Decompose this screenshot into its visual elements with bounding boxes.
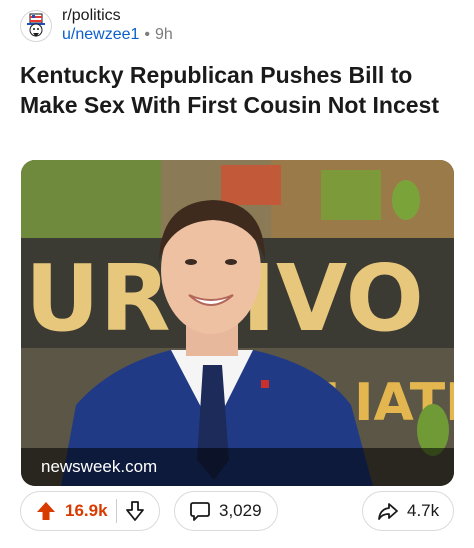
- post-author[interactable]: u/newzee1: [62, 25, 139, 45]
- post-header: r/politics u/newzee1 • 9h: [20, 6, 173, 46]
- uncle-sam-icon: [27, 13, 45, 37]
- downvote-button[interactable]: [125, 500, 145, 522]
- comment-count: 3,029: [219, 501, 262, 520]
- post-image[interactable]: URVIVO LIATI newsweek.com: [21, 160, 454, 486]
- share-count: 4.7k: [407, 501, 440, 520]
- vote-pill: 16.9k: [20, 491, 160, 531]
- upvote-button[interactable]: [35, 500, 57, 522]
- share-button[interactable]: 4.7k: [362, 491, 454, 531]
- arrow-down-icon: [125, 501, 144, 521]
- photo-illustration: URVIVO LIATI: [21, 160, 454, 486]
- vote-divider: [115, 499, 117, 523]
- link-domain: newsweek.com: [41, 457, 158, 476]
- speech-bubble-icon: [190, 502, 210, 521]
- comments-button[interactable]: 3,029: [174, 491, 278, 531]
- post-actions: 16.9k 3,029 4.7k: [20, 491, 454, 531]
- meta-separator: •: [144, 26, 150, 43]
- subreddit-name[interactable]: r/politics: [62, 7, 173, 25]
- upvote-count: 16.9k: [65, 501, 108, 520]
- share-arrow-icon: [378, 503, 398, 520]
- subreddit-avatar[interactable]: [20, 10, 52, 42]
- post-age: 9h: [155, 26, 173, 43]
- arrow-up-icon: [37, 502, 55, 520]
- link-source-bar[interactable]: newsweek.com: [21, 448, 454, 486]
- post-title[interactable]: Kentucky Republican Pushes Bill to Make …: [20, 60, 460, 120]
